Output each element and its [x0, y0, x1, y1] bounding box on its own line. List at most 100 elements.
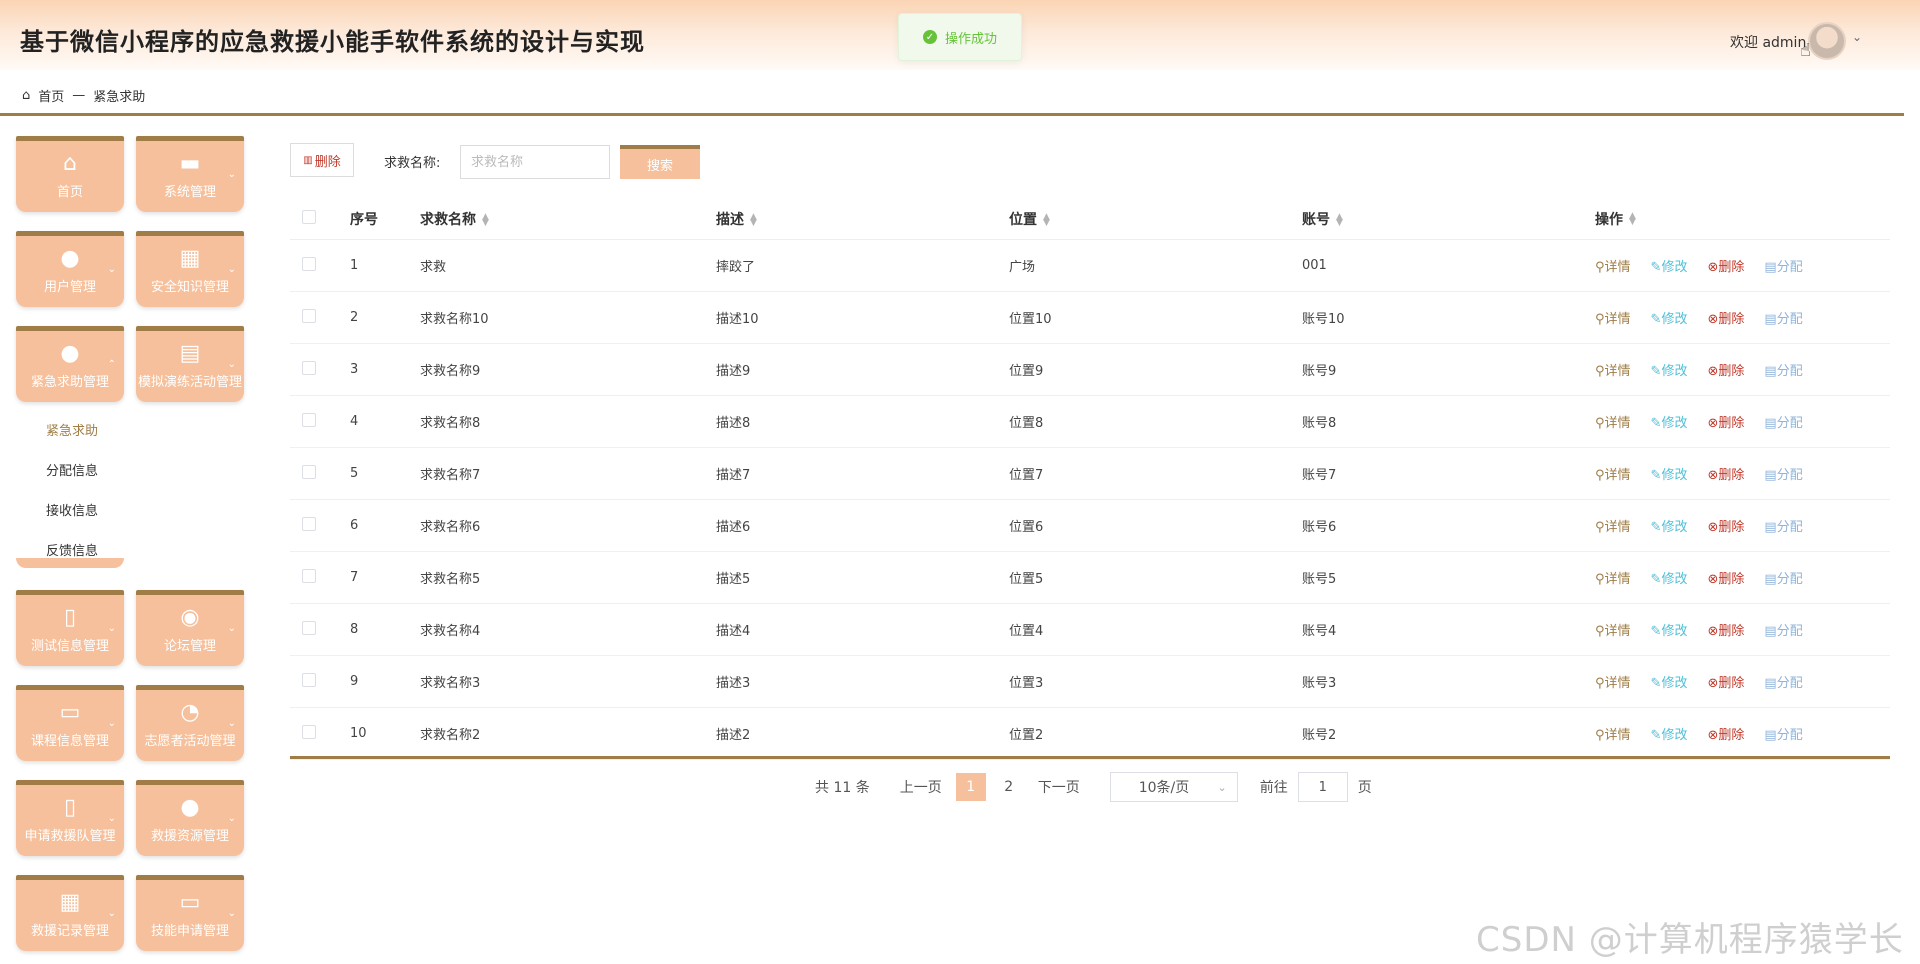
submenu-item-emergency-help[interactable]: 紧急求助 [16, 412, 124, 452]
header-desc[interactable]: 描述 ▲ ▼ [716, 209, 1009, 229]
sidebar-tile-test[interactable]: ▯ 测试信息管理 ⌄ [16, 590, 124, 666]
edit-button[interactable]: ✎修改 [1651, 672, 1688, 691]
chevron-down-icon: ⌄ [227, 359, 236, 370]
sidebar-tile-volunteer[interactable]: ◔ 志愿者活动管理 ⌄ [136, 685, 244, 761]
page-1-button[interactable]: 1 [955, 773, 986, 801]
delete-button[interactable]: ⊗删除 [1707, 516, 1744, 535]
delete-button[interactable]: ⊗删除 [1707, 620, 1744, 639]
sort-icon[interactable]: ▲ ▼ [750, 212, 757, 227]
detail-button[interactable]: ⚲详情 [1595, 568, 1631, 587]
cell-position: 位置6 [1009, 520, 1044, 535]
sidebar-tile-records[interactable]: ▦ 救援记录管理 ⌄ [16, 875, 124, 951]
avatar[interactable] [1808, 22, 1846, 60]
sidebar-tile-course[interactable]: ▭ 课程信息管理 ⌄ [16, 685, 124, 761]
sidebar-tile-label: 安全知识管理 [150, 280, 229, 295]
header-account[interactable]: 账号 ▲ ▼ [1302, 209, 1595, 229]
edit-button[interactable]: ✎修改 [1651, 724, 1688, 743]
data-table: 序号 求救名称 ▲ ▼ 描述 ▲ ▼ 位置 ▲ ▼ 账号 ▲ ▼ 操作 ▲ ▼ 1 求救 摔跤了 广场 00… [290, 198, 1890, 760]
row-checkbox[interactable] [302, 568, 316, 583]
row-checkbox[interactable] [302, 724, 316, 739]
delete-button[interactable]: ⊗删除 [1707, 672, 1744, 691]
assign-button[interactable]: ▤分配 [1764, 464, 1802, 483]
header-name[interactable]: 求救名称 ▲ ▼ [420, 209, 716, 229]
detail-button[interactable]: ⚲详情 [1595, 672, 1631, 691]
sort-icon[interactable]: ▲ ▼ [1629, 211, 1636, 226]
breadcrumb-home[interactable]: 首页 [38, 86, 64, 105]
sidebar-tile-forum[interactable]: ◉ 论坛管理 ⌄ [136, 590, 244, 666]
assign-button[interactable]: ▤分配 [1764, 412, 1802, 431]
detail-button[interactable]: ⚲详情 [1595, 256, 1631, 275]
edit-button[interactable]: ✎修改 [1651, 256, 1688, 275]
sort-icon[interactable]: ▲ ▼ [482, 212, 489, 227]
edit-button[interactable]: ✎修改 [1651, 516, 1688, 535]
sort-icon[interactable]: ▲ ▼ [1336, 212, 1343, 227]
sidebar-tile-emergency[interactable]: ● 紧急求助管理 ⌃ [16, 326, 124, 402]
check-circle-icon: ✓ [922, 30, 937, 44]
delete-button[interactable]: ⊗删除 [1707, 724, 1744, 743]
detail-button[interactable]: ⚲详情 [1595, 412, 1631, 431]
sidebar-tile-resources[interactable]: ● 救援资源管理 ⌄ [136, 780, 244, 856]
page-2-button[interactable]: 2 [994, 773, 1024, 801]
sidebar-tile-users[interactable]: ● 用户管理 ⌄ [16, 231, 124, 307]
edit-button[interactable]: ✎修改 [1651, 620, 1688, 639]
sidebar-tile-skills[interactable]: ▭ 技能申请管理 ⌄ [136, 875, 244, 951]
assign-button[interactable]: ▤分配 [1764, 568, 1802, 587]
edit-button[interactable]: ✎修改 [1651, 360, 1688, 379]
search-input[interactable] [460, 145, 610, 179]
header-ops[interactable]: 操作 ▲ ▼ [1595, 209, 1890, 229]
goto-page-input[interactable] [1297, 772, 1348, 802]
batch-delete-button[interactable]: ▥ 删除 [290, 143, 354, 177]
assign-button[interactable]: ▤分配 [1764, 724, 1802, 743]
sidebar-tile-system[interactable]: ▬ 系统管理 ⌄ [136, 136, 244, 212]
cell-name: 求救名称6 [420, 520, 481, 535]
edit-button[interactable]: ✎修改 [1651, 464, 1688, 483]
edit-button[interactable]: ✎修改 [1651, 412, 1688, 431]
assign-button[interactable]: ▤分配 [1764, 672, 1802, 691]
sidebar-tile-home[interactable]: ⌂ 首页 [16, 136, 124, 212]
sidebar-tile-drill[interactable]: ▤ 模拟演练活动管理 ⌄ [136, 326, 244, 402]
row-checkbox[interactable] [302, 308, 316, 323]
assign-button[interactable]: ▤分配 [1764, 256, 1802, 275]
assign-button[interactable]: ▤分配 [1764, 516, 1802, 535]
row-checkbox[interactable] [302, 360, 316, 375]
row-checkbox[interactable] [302, 516, 316, 531]
row-checkbox[interactable] [302, 256, 316, 271]
detail-button[interactable]: ⚲详情 [1595, 360, 1631, 379]
delete-button[interactable]: ⊗删除 [1707, 256, 1744, 275]
delete-button[interactable]: ⊗删除 [1707, 464, 1744, 483]
detail-button[interactable]: ⚲详情 [1595, 516, 1631, 535]
next-page-button[interactable]: 下一页 [1038, 777, 1080, 797]
row-checkbox[interactable] [302, 412, 316, 427]
clipboard-icon: ▤ [1764, 260, 1777, 275]
chevron-down-icon[interactable]: ⌄ [1852, 30, 1862, 44]
row-checkbox[interactable] [302, 464, 316, 479]
sort-icon[interactable]: ▲ ▼ [1043, 212, 1050, 227]
row-checkbox[interactable] [302, 672, 316, 687]
header-position[interactable]: 位置 ▲ ▼ [1009, 209, 1302, 229]
delete-button[interactable]: ⊗删除 [1707, 308, 1744, 327]
row-checkbox[interactable] [302, 620, 316, 635]
assign-button[interactable]: ▤分配 [1764, 308, 1802, 327]
assign-button[interactable]: ▤分配 [1764, 360, 1802, 379]
clipboard-icon: ▤ [1764, 728, 1777, 743]
detail-button[interactable]: ⚲详情 [1595, 464, 1631, 483]
assign-label: 分配 [1776, 312, 1803, 327]
page-size-select[interactable]: 10条/页 ⌄ [1109, 772, 1238, 802]
sidebar-tile-safety[interactable]: ▦ 安全知识管理 ⌄ [136, 231, 244, 307]
assign-button[interactable]: ▤分配 [1764, 620, 1802, 639]
detail-label: 详情 [1604, 572, 1631, 587]
sidebar-tile-rescue-team[interactable]: ▯ 申请救援队管理 ⌄ [16, 780, 124, 856]
detail-button[interactable]: ⚲详情 [1595, 724, 1631, 743]
edit-button[interactable]: ✎修改 [1651, 308, 1688, 327]
submenu-item-assign-info[interactable]: 分配信息 [16, 452, 124, 492]
delete-button[interactable]: ⊗删除 [1707, 568, 1744, 587]
delete-button[interactable]: ⊗删除 [1707, 360, 1744, 379]
edit-button[interactable]: ✎修改 [1651, 568, 1688, 587]
detail-button[interactable]: ⚲详情 [1595, 308, 1631, 327]
search-button[interactable]: 搜索 [620, 145, 700, 179]
select-all-checkbox[interactable] [302, 209, 316, 224]
delete-button[interactable]: ⊗删除 [1707, 412, 1744, 431]
prev-page-button[interactable]: 上一页 [900, 777, 942, 797]
detail-button[interactable]: ⚲详情 [1595, 620, 1631, 639]
submenu-item-receive-info[interactable]: 接收信息 [16, 492, 124, 532]
